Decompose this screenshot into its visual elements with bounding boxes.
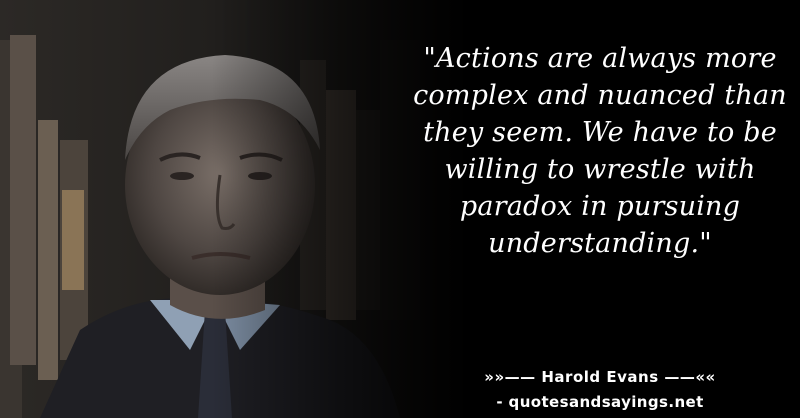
website-credit: - quotesandsayings.net xyxy=(496,393,704,411)
quote-card: "Actions are always more complex and nua… xyxy=(0,0,800,418)
author-portrait-photo xyxy=(0,0,470,418)
author-attribution: »»—— Harold Evans ——«« xyxy=(484,368,716,386)
quote-text: "Actions are always more complex and nua… xyxy=(413,43,787,259)
